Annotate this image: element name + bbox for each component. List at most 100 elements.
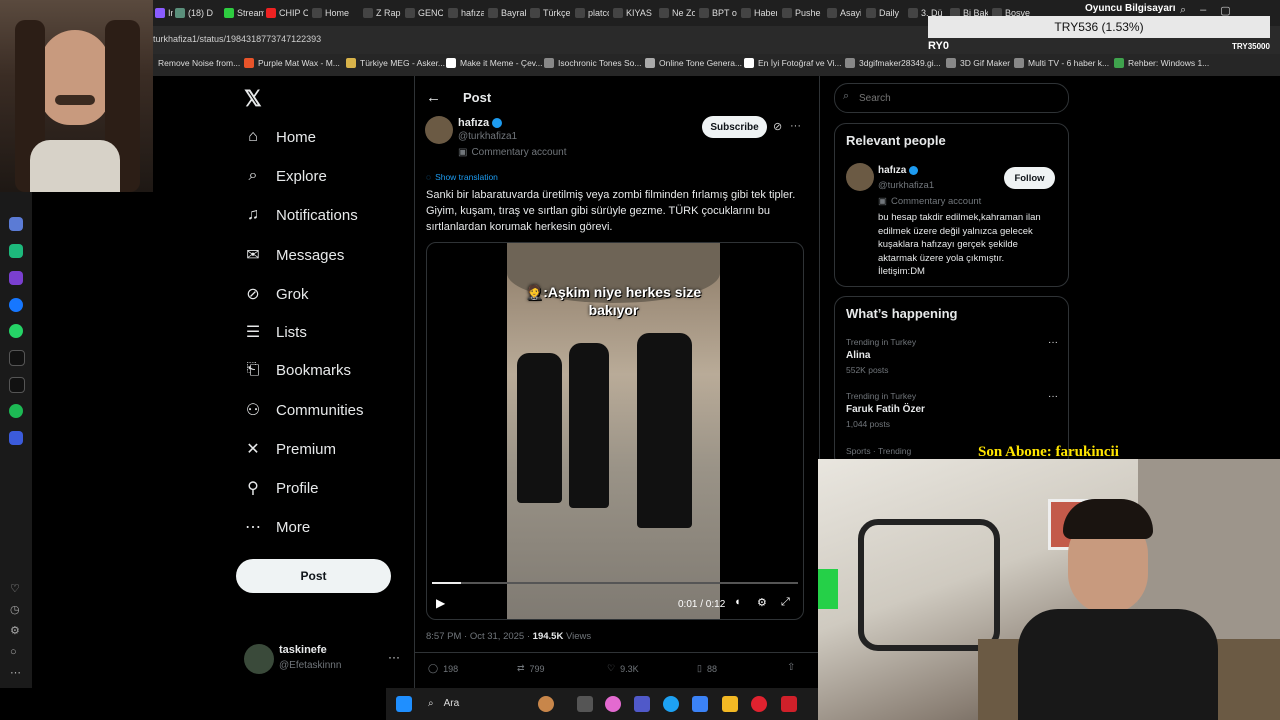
follow-button[interactable]: Follow	[1004, 167, 1055, 189]
browser-tab[interactable]: hafıza	[448, 3, 484, 23]
trend-item[interactable]: Trending in Turkey Faruk Fatih Özer 1,044 …	[846, 391, 1058, 429]
opera-icon[interactable]	[751, 696, 767, 712]
player-icon[interactable]	[9, 431, 23, 445]
app-icon[interactable]	[9, 217, 23, 231]
windows-start-icon[interactable]	[396, 696, 412, 712]
account-name[interactable]: taskinefe	[279, 644, 327, 656]
nav-item-home[interactable]: ⌂ Home	[244, 128, 316, 146]
whatsapp-icon[interactable]	[9, 324, 23, 338]
wps-icon[interactable]	[781, 696, 797, 712]
search-icon[interactable]: ⌕	[1180, 4, 1186, 17]
copilot-icon[interactable]	[605, 696, 621, 712]
weather-icon[interactable]	[538, 696, 554, 712]
bookmark-item[interactable]: En İyi Fotoğraf ve Vi...	[744, 58, 841, 68]
browser-tab[interactable]: Türkçe	[530, 3, 570, 23]
bookmark-item[interactable]: 3dgifmaker28349.gi...	[845, 58, 941, 68]
more-icon[interactable]: ⋯	[10, 663, 21, 684]
lightbulb-icon[interactable]: ○	[10, 642, 21, 663]
bookmark-item[interactable]: Purple Mat Wax - M...	[244, 58, 340, 68]
person-handle[interactable]: @turkhafiza1	[878, 180, 934, 191]
history-icon[interactable]: ◷	[10, 600, 21, 621]
nav-item-communities[interactable]: ⚇ Communities	[244, 400, 364, 420]
nav-item-messages[interactable]: ✉ Messages	[244, 245, 344, 265]
chatgpt-icon[interactable]	[9, 244, 23, 258]
post-button[interactable]: Post	[236, 559, 391, 593]
browser-tab[interactable]: Stream	[224, 3, 264, 23]
heart-icon[interactable]: ♡	[10, 579, 21, 600]
play-icon[interactable]: ▶	[436, 596, 445, 610]
grok-icon[interactable]: ⊘	[773, 120, 782, 133]
store-icon[interactable]	[692, 696, 708, 712]
cs-icon[interactable]	[9, 271, 23, 285]
browser-tab[interactable]: KIYAS	[613, 3, 655, 23]
back-arrow-icon[interactable]: ←	[426, 89, 441, 106]
browser-tab[interactable]: GENC	[405, 3, 443, 23]
video-player[interactable]: 🤵:Aşkim niye herkes size bakıyor ▶ 0:01 …	[426, 242, 804, 620]
gear-icon[interactable]: ⚙	[10, 621, 21, 642]
volume-icon[interactable]: ◖	[734, 596, 741, 608]
spotify-icon[interactable]	[9, 404, 23, 418]
repost-button[interactable]: ⇄ 799	[517, 663, 545, 674]
person-name[interactable]: hafıza	[878, 165, 906, 176]
author-handle[interactable]: @turkhafiza1	[458, 131, 517, 142]
nav-item-grok[interactable]: ⊘ Grok	[244, 284, 308, 304]
browser-tab[interactable]: Bayrak	[488, 3, 526, 23]
fullscreen-icon[interactable]: ⤢	[781, 596, 790, 609]
url-text[interactable]: turkhafiza1/status/1984318773747122393	[153, 34, 321, 44]
search-input[interactable]	[857, 88, 1061, 108]
author-name[interactable]: hafıza	[458, 117, 489, 129]
browser-tab[interactable]: (18) D	[175, 3, 219, 23]
share-icon[interactable]: ⇧	[787, 662, 795, 673]
messenger-icon[interactable]	[9, 298, 23, 312]
browser-tab[interactable]: Haber	[741, 3, 777, 23]
trend-item[interactable]: Trending in Turkey Alina 552K posts ···	[846, 337, 1058, 375]
avatar[interactable]	[244, 644, 274, 674]
account-more-icon[interactable]: ···	[388, 650, 400, 664]
settings-gear-icon[interactable]: ⚙	[757, 596, 767, 609]
browser-tab[interactable]: CHIP C	[266, 3, 308, 23]
bookmark-item[interactable]: Remove Noise from...	[158, 58, 240, 68]
bookmark-item[interactable]: Rehber: Windows 1...	[1114, 58, 1209, 68]
task-view-icon[interactable]	[577, 696, 593, 712]
post-more-icon[interactable]: ···	[790, 120, 801, 132]
browser-tab[interactable]: Z Rap	[363, 3, 401, 23]
browser-tab[interactable]: Asayiş	[827, 3, 861, 23]
nav-item-notifications[interactable]: ♫ Notifications	[244, 206, 358, 224]
teams-icon[interactable]	[634, 696, 650, 712]
browser-tab[interactable]: platco	[575, 3, 609, 23]
tiktok-icon[interactable]	[9, 350, 25, 366]
taskbar-search[interactable]: ⌕ Ara	[428, 698, 459, 709]
subscribe-button[interactable]: Subscribe	[702, 116, 767, 138]
browser-tab[interactable]: Ne Zo	[659, 3, 695, 23]
browser-tab[interactable]: Daily	[866, 3, 904, 23]
show-translation-link[interactable]: ◌ Show translation	[426, 172, 498, 182]
trend-more-icon[interactable]: ···	[1048, 391, 1058, 402]
reply-button[interactable]: ◯ 198	[428, 663, 458, 674]
nav-item-premium[interactable]: ✕ Premium	[244, 439, 336, 459]
edge-icon[interactable]	[663, 696, 679, 712]
nav-item-profile[interactable]: ⚲ Profile	[244, 478, 318, 498]
person-avatar[interactable]	[846, 163, 874, 191]
bookmark-item[interactable]: 3D Gif Maker	[946, 58, 1010, 68]
like-button[interactable]: ♡ 9.3K	[607, 663, 639, 674]
search-box[interactable]: ⌕	[834, 83, 1069, 113]
bookmark-item[interactable]: Multi TV - 6 haber k...	[1014, 58, 1109, 68]
browser-tab[interactable]: Home	[312, 3, 358, 23]
bookmark-item[interactable]: Make it Meme - Çev...	[446, 58, 543, 68]
x-logo-icon[interactable]: 𝕏	[244, 86, 262, 112]
bookmark-button[interactable]: ▯ 88	[697, 663, 717, 674]
nav-item-explore[interactable]: ⌕ Explore	[244, 167, 327, 185]
browser-tab[interactable]: Ins	[155, 3, 173, 23]
video-progress-track[interactable]	[432, 582, 798, 584]
bookmark-item[interactable]: Türkiye MEG - Asker...	[346, 58, 445, 68]
bookmark-item[interactable]: Online Tone Genera...	[645, 58, 742, 68]
author-avatar[interactable]	[425, 116, 453, 144]
bookmark-item[interactable]: Isochronic Tones So...	[544, 58, 641, 68]
post-timestamp[interactable]: 8:57 PM · Oct 31, 2025 ·	[426, 631, 533, 642]
nav-item-lists[interactable]: ☰ Lists	[244, 322, 307, 342]
browser-tab[interactable]: BPT o	[699, 3, 737, 23]
browser-tab[interactable]: Pushe	[782, 3, 822, 23]
maximize-icon[interactable]: ▢	[1220, 4, 1230, 17]
minimize-icon[interactable]: –	[1200, 4, 1206, 17]
x-icon[interactable]	[9, 377, 25, 393]
